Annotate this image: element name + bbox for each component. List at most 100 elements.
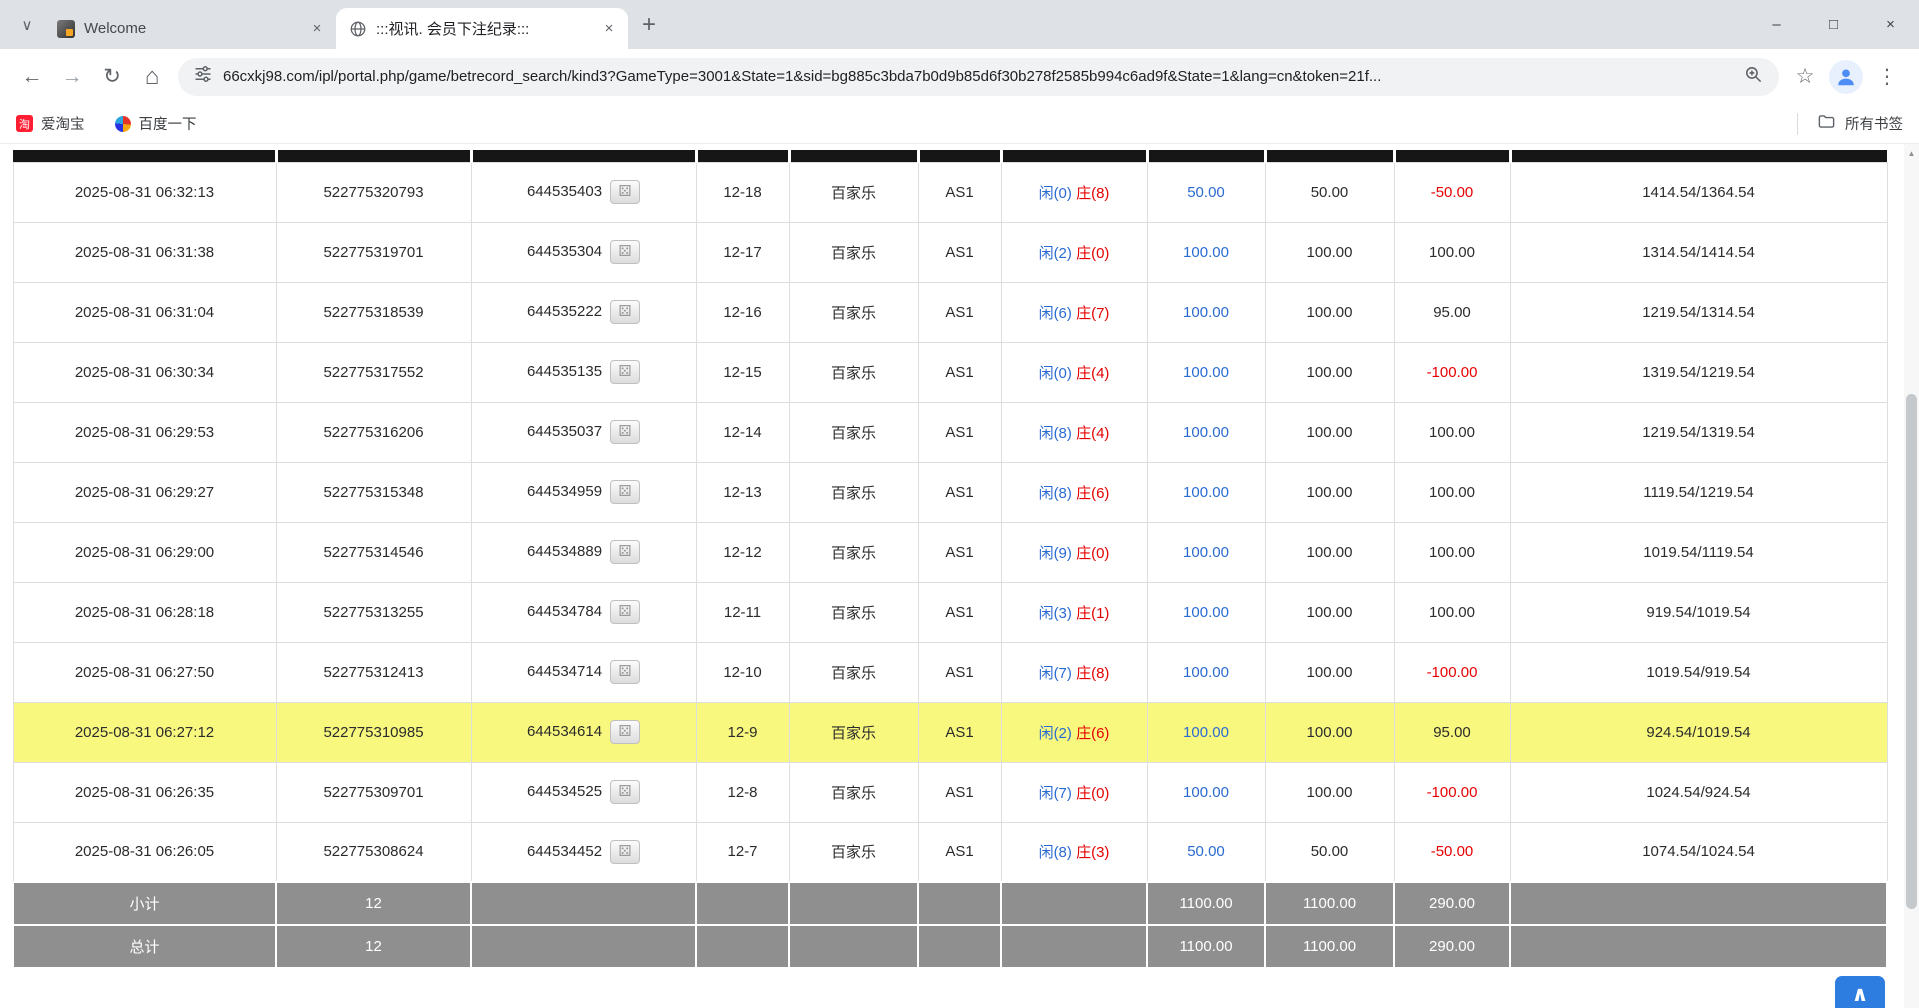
replay-dice-icon[interactable]: ⚄: [610, 420, 640, 444]
site-info-icon[interactable]: [194, 65, 212, 88]
all-bookmarks-button[interactable]: 所有书签: [1797, 112, 1903, 135]
replay-dice-icon[interactable]: ⚄: [610, 720, 640, 744]
replay-dice-icon[interactable]: ⚄: [610, 480, 640, 504]
maximize-button[interactable]: □: [1805, 0, 1862, 49]
replay-dice-icon[interactable]: ⚄: [610, 300, 640, 324]
replay-dice-icon[interactable]: ⚄: [610, 360, 640, 384]
replay-dice-icon[interactable]: ⚄: [610, 840, 640, 864]
game-type: 百家乐: [831, 365, 876, 382]
table-body: 2025-08-31 06:32:13 522775320793 6445354…: [13, 162, 1887, 882]
table-row[interactable]: 2025-08-31 06:31:38 522775319701 6445353…: [13, 222, 1887, 282]
balance-value: 1319.54/1219.54: [1642, 364, 1755, 381]
cell-bet-content: 闲(8) 庄(4): [1001, 402, 1147, 462]
cell-table-code: AS1: [918, 702, 1001, 762]
winloss-value: -50.00: [1431, 184, 1474, 201]
table-row[interactable]: 2025-08-31 06:29:00 522775314546 6445348…: [13, 522, 1887, 582]
total-empty-cell: [918, 925, 1001, 968]
bet-amount-link[interactable]: 50.00: [1187, 184, 1225, 201]
cell-table-code: AS1: [918, 762, 1001, 822]
bet-amount-link[interactable]: 100.00: [1183, 724, 1229, 741]
cell-bet-amount: 100.00: [1147, 342, 1265, 402]
cell-winloss: 100.00: [1394, 222, 1510, 282]
bet-amount-link[interactable]: 100.00: [1183, 784, 1229, 801]
table-row[interactable]: 2025-08-31 06:31:04 522775318539 6445352…: [13, 282, 1887, 342]
replay-dice-icon[interactable]: ⚄: [610, 600, 640, 624]
bet-amount-link[interactable]: 100.00: [1183, 604, 1229, 621]
minimize-button[interactable]: –: [1748, 0, 1805, 49]
cell-game-type: 百家乐: [789, 582, 918, 642]
replay-dice-icon[interactable]: ⚄: [610, 660, 640, 684]
replay-dice-icon[interactable]: ⚄: [610, 180, 640, 204]
cell-balance: 1314.54/1414.54: [1510, 222, 1887, 282]
tab-search-button[interactable]: ∨: [10, 8, 44, 42]
game-number: 644535403: [527, 183, 602, 200]
table-code: AS1: [945, 724, 973, 741]
url-text[interactable]: 66cxkj98.com/ipl/portal.php/game/betreco…: [223, 68, 1744, 85]
bet-amount-link[interactable]: 100.00: [1183, 484, 1229, 501]
subtotal-count: 12: [276, 882, 471, 925]
profile-avatar[interactable]: [1829, 60, 1863, 94]
bet-amount-link[interactable]: 100.00: [1183, 304, 1229, 321]
table-row[interactable]: 2025-08-31 06:27:12 522775310985 6445346…: [13, 702, 1887, 762]
cell-table-code: AS1: [918, 342, 1001, 402]
order-number: 522775314546: [323, 544, 423, 561]
replay-dice-icon[interactable]: ⚄: [610, 540, 640, 564]
bet-amount-link[interactable]: 100.00: [1183, 244, 1229, 261]
round-number: 12-18: [723, 184, 761, 201]
new-tab-button[interactable]: +: [632, 8, 666, 42]
cell-table-code: AS1: [918, 402, 1001, 462]
cell-order-no: 522775313255: [276, 582, 471, 642]
replay-dice-icon[interactable]: ⚄: [610, 780, 640, 804]
winloss-value: -50.00: [1431, 843, 1474, 860]
table-row[interactable]: 2025-08-31 06:29:53 522775316206 6445350…: [13, 402, 1887, 462]
game-number: 644534714: [527, 663, 602, 680]
tab-betrecord[interactable]: :::视讯. 会员下注纪录::: ×: [336, 8, 628, 49]
table-code: AS1: [945, 364, 973, 381]
back-to-top-button[interactable]: ∧: [1835, 976, 1885, 1008]
table-row[interactable]: 2025-08-31 06:27:50 522775312413 6445347…: [13, 642, 1887, 702]
bet-amount-link[interactable]: 100.00: [1183, 364, 1229, 381]
bookmark-aitaobao[interactable]: 淘 爱淘宝: [16, 113, 85, 134]
cell-bet-amount: 100.00: [1147, 522, 1265, 582]
bet-player: 闲(2): [1039, 245, 1072, 262]
back-button[interactable]: ←: [12, 57, 52, 97]
table-row[interactable]: 2025-08-31 06:32:13 522775320793 6445354…: [13, 162, 1887, 222]
scroll-up-icon[interactable]: ▲: [1904, 144, 1919, 158]
tab-close-icon[interactable]: ×: [306, 18, 328, 40]
cell-valid-amount: 100.00: [1265, 462, 1394, 522]
scrollbar-thumb[interactable]: [1906, 394, 1917, 909]
address-bar[interactable]: 66cxkj98.com/ipl/portal.php/game/betreco…: [178, 58, 1779, 96]
table-row[interactable]: 2025-08-31 06:29:27 522775315348 6445349…: [13, 462, 1887, 522]
cell-bet-time: 2025-08-31 06:27:12: [13, 702, 276, 762]
vertical-scrollbar[interactable]: ▲: [1904, 144, 1919, 1008]
tab-close-icon[interactable]: ×: [598, 18, 620, 40]
winloss-value: 100.00: [1429, 424, 1475, 441]
table-row[interactable]: 2025-08-31 06:30:34 522775317552 6445351…: [13, 342, 1887, 402]
round-number: 12-14: [723, 424, 761, 441]
zoom-icon[interactable]: [1744, 65, 1763, 89]
balance-value: 924.54/1019.54: [1646, 724, 1750, 741]
valid-amount: 100.00: [1307, 664, 1353, 681]
balance-value: 1019.54/1119.54: [1643, 544, 1753, 561]
bet-amount-link[interactable]: 100.00: [1183, 544, 1229, 561]
bet-amount-link[interactable]: 100.00: [1183, 664, 1229, 681]
table-row[interactable]: 2025-08-31 06:26:05 522775308624 6445344…: [13, 822, 1887, 882]
forward-button[interactable]: →: [52, 57, 92, 97]
close-button[interactable]: ×: [1862, 0, 1919, 49]
bet-amount-link[interactable]: 100.00: [1183, 424, 1229, 441]
cell-round: 12-9: [696, 702, 789, 762]
round-number: 12-13: [723, 484, 761, 501]
tab-welcome[interactable]: Welcome ×: [44, 8, 336, 49]
refresh-button[interactable]: ↻: [92, 57, 132, 97]
bookmark-star-icon[interactable]: ☆: [1785, 57, 1825, 97]
cell-bet-amount: 100.00: [1147, 642, 1265, 702]
cell-balance: 1019.54/919.54: [1510, 642, 1887, 702]
home-button[interactable]: ⌂: [132, 57, 172, 97]
table-row[interactable]: 2025-08-31 06:28:18 522775313255 6445347…: [13, 582, 1887, 642]
bet-amount-link[interactable]: 50.00: [1187, 843, 1225, 860]
table-row[interactable]: 2025-08-31 06:26:35 522775309701 6445345…: [13, 762, 1887, 822]
replay-dice-icon[interactable]: ⚄: [610, 240, 640, 264]
bookmark-baidu[interactable]: 百度一下: [115, 113, 197, 134]
browser-menu-icon[interactable]: ⋮: [1867, 57, 1907, 97]
cell-round: 12-7: [696, 822, 789, 882]
